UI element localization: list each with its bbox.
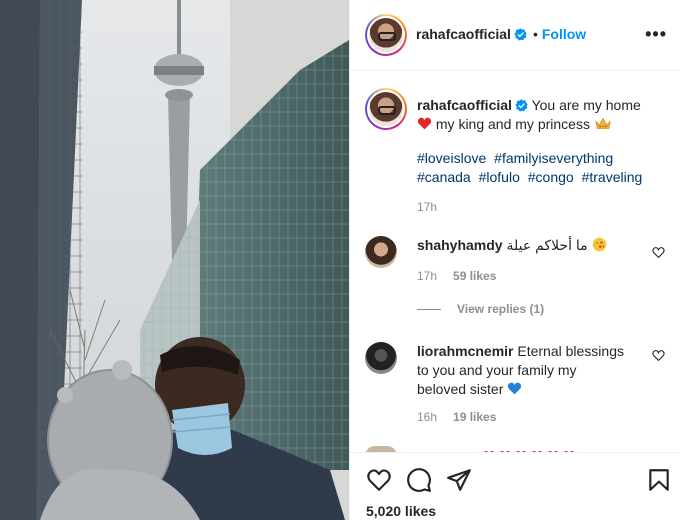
red-heart-emoji-icon <box>417 117 432 130</box>
view-replies-button[interactable]: View replies (1) <box>417 302 544 316</box>
verified-badge-icon <box>515 99 528 112</box>
comment-meta: 16h 19 likes <box>417 410 496 424</box>
caption-username[interactable]: rahafcaofficial <box>417 97 512 113</box>
comment-username[interactable]: shahyhamdy <box>417 237 503 253</box>
comment-body: liorahmcnemir Eternal blessings to you a… <box>417 342 627 399</box>
caption-text: You are my home <box>531 97 641 113</box>
crown-emoji-icon <box>595 117 611 129</box>
comment-time[interactable]: 16h <box>417 410 437 424</box>
more-options-icon[interactable]: ••• <box>645 24 667 45</box>
hashtag[interactable]: #loveislove <box>417 150 486 166</box>
comment-likes[interactable]: 59 likes <box>453 269 496 283</box>
view-replies-label: View replies (1) <box>457 302 545 316</box>
replies-divider <box>417 309 441 311</box>
heart-icon[interactable] <box>366 467 392 493</box>
comment-likes[interactable]: 19 likes <box>453 410 496 424</box>
post-photo-image <box>0 0 349 520</box>
caption-author-avatar[interactable] <box>365 88 407 130</box>
hashtag-list: #loveislove #familyiseverything #canada … <box>417 149 667 187</box>
comment-body: shahyhamdy ما أحلاكم عيلة <box>417 236 627 255</box>
hashtag[interactable]: #traveling <box>582 169 643 185</box>
hashtag[interactable]: #canada <box>417 169 471 185</box>
post-likes-count[interactable]: 5,020 likes <box>366 503 436 519</box>
author-username[interactable]: rahafcaofficial <box>416 26 511 42</box>
commenter-avatar[interactable] <box>365 236 397 268</box>
bookmark-icon[interactable] <box>646 467 672 493</box>
post-actions: 5,020 likes <box>350 452 680 520</box>
like-comment-heart-icon[interactable] <box>652 349 665 362</box>
author-name-row: rahafcaofficial • Follow <box>416 26 586 42</box>
separator-dot: • <box>532 26 538 42</box>
post-photo[interactable] <box>0 0 349 520</box>
caption-time[interactable]: 17h <box>417 200 437 214</box>
post-header: rahafcaofficial • Follow ••• <box>350 0 680 71</box>
blue-heart-emoji-icon <box>508 382 522 395</box>
comment-text: ما أحلاكم عيلة <box>506 237 588 253</box>
follow-button[interactable]: Follow <box>542 26 586 42</box>
comment-meta: 17h 59 likes <box>417 269 496 283</box>
author-avatar[interactable] <box>365 14 407 56</box>
comment-username[interactable]: liorahmcnemir <box>417 343 513 359</box>
comment-icon[interactable] <box>406 467 432 493</box>
like-comment-heart-icon[interactable] <box>652 246 665 259</box>
post-sidebar: rahafcaofficial • Follow ••• rahafcaoffici… <box>349 0 680 520</box>
hashtag[interactable]: #lofulo <box>479 169 520 185</box>
caption: rahafcaofficial You are my home my king … <box>417 96 667 134</box>
kiss-face-emoji-icon <box>592 237 606 252</box>
comment-time[interactable]: 17h <box>417 269 437 283</box>
hashtag[interactable]: #congo <box>528 169 574 185</box>
hashtag[interactable]: #familyiseverything <box>494 150 613 166</box>
caption-text-2: my king and my princess <box>435 116 590 132</box>
paper-plane-icon[interactable] <box>446 467 472 493</box>
verified-badge-icon <box>514 28 527 41</box>
commenter-avatar[interactable] <box>365 342 397 374</box>
comments-list[interactable]: rahafcaofficial You are my home my king … <box>350 72 680 452</box>
